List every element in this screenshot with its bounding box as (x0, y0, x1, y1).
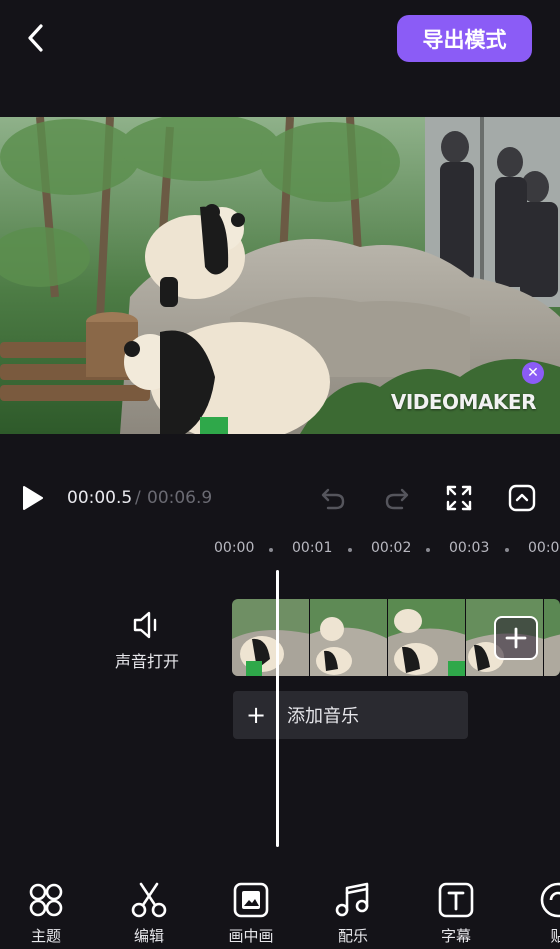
fullscreen-button[interactable] (444, 483, 474, 513)
clip-thumbnail (310, 599, 388, 676)
clip-thumbnail (388, 599, 466, 676)
playhead[interactable] (276, 570, 279, 847)
watermark-text: VIDEOMAKER (390, 390, 537, 414)
tick-label: 00:02 (371, 540, 412, 556)
picture-in-picture-icon (233, 882, 269, 918)
tick-dot (505, 548, 509, 552)
undo-button[interactable] (318, 483, 348, 513)
play-button[interactable] (18, 484, 46, 512)
tool-subtitle[interactable]: 字幕 (424, 881, 488, 947)
clip-thumbnail (544, 599, 560, 676)
tool-edit[interactable]: 编辑 (117, 881, 181, 947)
time-separator: / (135, 488, 141, 508)
tick-dot (348, 548, 352, 552)
tool-sticker[interactable]: 贴 (526, 881, 560, 947)
plus-icon: + (245, 701, 267, 729)
fullscreen-icon (446, 485, 472, 511)
timeline: 00:00 00:01 00:02 00:03 00:04 声音打开 (0, 528, 560, 873)
tool-label: 主题 (30, 927, 61, 945)
sound-toggle-button[interactable]: 声音打开 (104, 608, 190, 678)
add-music-button[interactable]: + 添加音乐 (233, 691, 468, 739)
tool-music[interactable]: 配乐 (321, 881, 385, 947)
sticker-icon (540, 882, 560, 918)
export-button[interactable]: 导出模式 (397, 15, 532, 62)
add-music-label: 添加音乐 (287, 706, 359, 727)
time-ruler: 00:00 00:01 00:02 00:03 00:04 (0, 540, 560, 562)
add-clip-button[interactable] (494, 616, 538, 660)
tick-label: 00:01 (292, 540, 333, 556)
tool-label: 画中画 (228, 927, 274, 945)
expand-panel-button[interactable] (507, 483, 537, 513)
music-note-icon (335, 882, 369, 917)
plus-icon (505, 627, 527, 649)
remove-watermark-button[interactable]: ✕ (522, 362, 544, 384)
redo-icon (385, 488, 409, 510)
speaker-icon (133, 611, 157, 639)
tool-label: 贴 (550, 927, 560, 945)
tool-label: 配乐 (337, 927, 368, 945)
tick-dot (426, 548, 430, 552)
undo-icon (321, 488, 345, 510)
playback-controls: 00:00.5 / 00:06.9 (0, 470, 560, 528)
tool-picture-in-picture[interactable]: 画中画 (219, 881, 283, 947)
sound-label: 声音打开 (114, 652, 179, 671)
tool-label: 字幕 (440, 927, 471, 945)
chevron-up-box-icon (508, 484, 536, 512)
current-time: 00:00.5 (67, 488, 133, 508)
video-frame-image (0, 117, 560, 434)
play-icon (23, 486, 43, 510)
text-icon (438, 882, 474, 918)
scissors-icon (131, 882, 167, 918)
tick-label: 00:03 (449, 540, 490, 556)
video-preview[interactable]: ✕ VIDEOMAKER (0, 117, 560, 434)
tick-dot (269, 548, 273, 552)
bottom-toolbar: 主题 编辑 画中画 配乐 字幕 贴 (0, 873, 560, 949)
chevron-left-icon (28, 24, 43, 52)
back-button[interactable] (18, 20, 54, 56)
clip-thumbnail (232, 599, 310, 676)
video-editor-screen: 导出模式 ✕ VIDEOMAKER 00:00.5 / 00:06.9 00:0… (0, 0, 560, 949)
redo-button[interactable] (382, 483, 412, 513)
tick-label: 00:00 (214, 540, 255, 556)
total-time: 00:06.9 (147, 488, 213, 508)
theme-icon (29, 883, 63, 917)
tool-label: 编辑 (133, 927, 164, 945)
tick-label: 00:04 (528, 540, 560, 556)
tool-theme[interactable]: 主题 (14, 881, 78, 947)
